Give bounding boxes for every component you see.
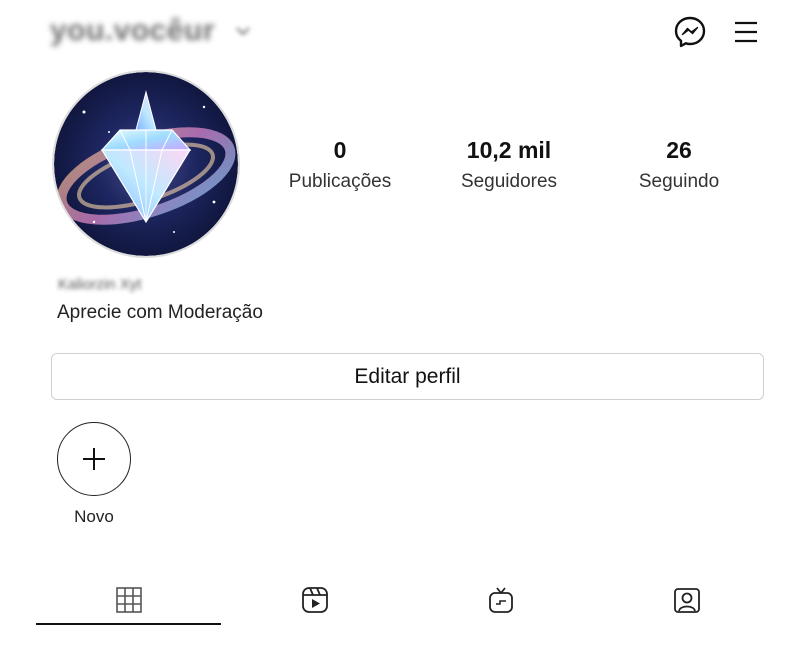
followers-label[interactable]: Seguidores [429,170,589,194]
chevron-down-icon[interactable] [234,24,252,38]
avatar[interactable] [52,70,240,258]
active-tab-indicator [36,623,221,625]
following-count[interactable]: 26 [599,136,759,164]
stat-followers[interactable]: 10,2 mil Seguidores [429,136,589,194]
tab-posts-grid[interactable] [36,576,221,624]
edit-profile-button[interactable]: Editar perfil [51,353,764,400]
igtv-icon [488,587,513,613]
hamburger-menu-icon[interactable] [728,14,764,50]
stat-following[interactable]: 26 Seguindo [599,136,759,194]
reels-icon [301,587,328,613]
display-name: Kaliorzin Xyt [58,276,142,293]
tagged-person-icon [673,588,700,613]
following-label[interactable]: Seguindo [599,170,759,194]
new-highlight-label: Novo [74,507,114,526]
new-highlight-button[interactable] [57,422,131,496]
bio-text: Aprecie com Moderação [57,302,263,323]
plus-icon [83,448,105,470]
grid-icon [115,587,142,613]
username[interactable]: you.vocêur [50,14,215,48]
tab-tagged[interactable] [594,576,779,624]
followers-count[interactable]: 10,2 mil [429,136,589,164]
posts-label: Publicações [288,171,392,192]
messenger-icon[interactable] [672,14,708,50]
posts-count: 0 [333,137,347,163]
stat-posts: 0 Publicações [260,136,420,194]
tab-reels[interactable] [222,576,407,624]
tab-igtv[interactable] [408,576,593,624]
